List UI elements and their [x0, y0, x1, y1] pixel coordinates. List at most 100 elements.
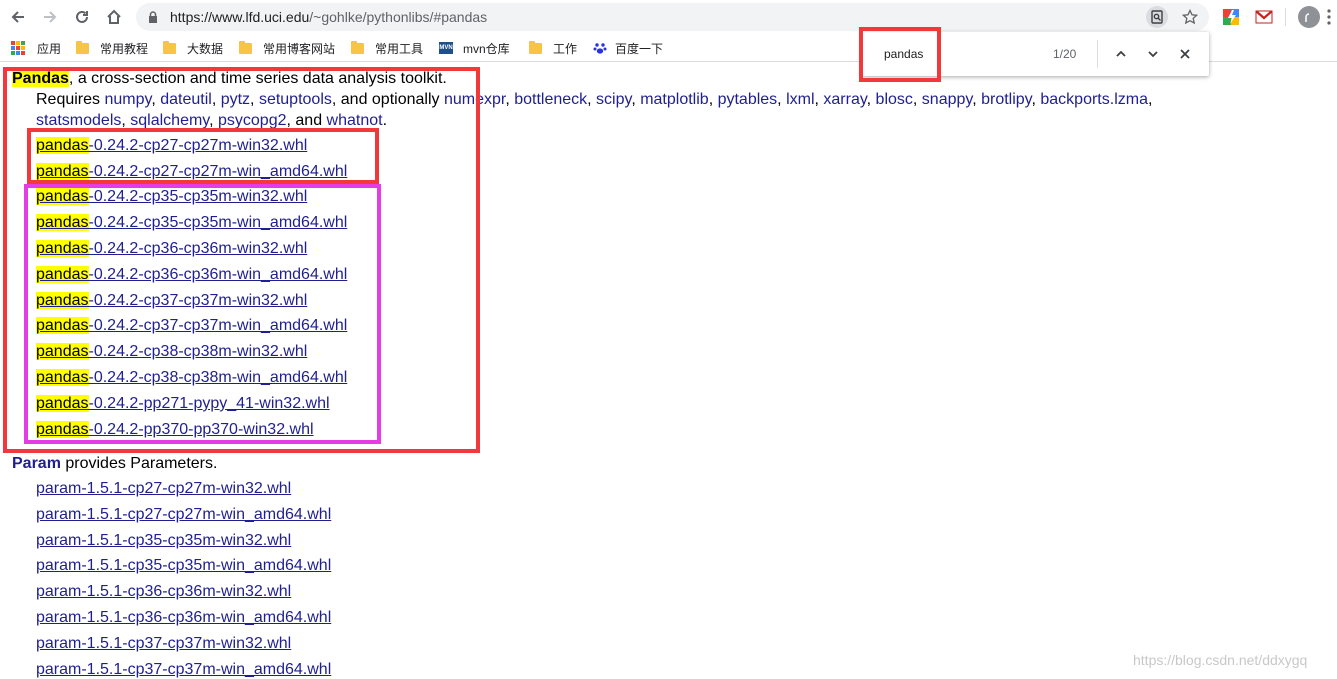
- bookmark-label: 常用工具: [375, 41, 424, 56]
- dep-link[interactable]: blosc: [876, 91, 913, 108]
- pandas-name[interactable]: Pandas: [12, 70, 69, 87]
- param-description: provides Parameters.: [60, 455, 218, 472]
- chevron-up-icon: [1116, 50, 1126, 57]
- param-file-link[interactable]: param-1.5.1-cp36-cp36m-win32.whl: [36, 583, 291, 601]
- dep-link[interactable]: whatnot: [327, 112, 383, 129]
- find-page-icon: [1151, 10, 1163, 24]
- bookmark-mvn[interactable]: MVN mvn仓库: [439, 39, 510, 57]
- apps-grid-icon: [11, 41, 25, 55]
- file-rest: -0.24.2-cp27-cp27m-win32.whl: [88, 137, 308, 154]
- find-bar: pandas 1/20: [862, 32, 1209, 76]
- param-file-link[interactable]: param-1.5.1-cp37-cp37m-win_amd64.whl: [36, 661, 331, 679]
- dep-link[interactable]: pytables: [718, 91, 778, 108]
- bookmark-label: 百度一下: [615, 41, 664, 56]
- dep-link[interactable]: scipy: [596, 91, 631, 108]
- bookmark-star-button[interactable]: [1179, 6, 1201, 28]
- file-prefix-highlight: pandas: [36, 343, 89, 360]
- dep-link[interactable]: numpy: [104, 91, 151, 108]
- page-content: Pandas, a cross-section and time series …: [0, 62, 1337, 679]
- dep-link[interactable]: bottleneck: [514, 91, 587, 108]
- param-file-link[interactable]: param-1.5.1-cp35-cp35m-win_amd64.whl: [36, 557, 331, 575]
- gmail-icon[interactable]: [1255, 8, 1273, 26]
- dep-link[interactable]: snappy: [922, 91, 972, 108]
- bookmark-folder-tools[interactable]: 常用工具: [351, 39, 423, 57]
- pandas-file-link[interactable]: pandas-0.24.2-pp271-pypy_41-win32.whl: [36, 395, 330, 413]
- profile-avatar[interactable]: [1298, 6, 1320, 28]
- bookmark-label: 大数据: [187, 41, 224, 56]
- bookmark-label: 常用博客网站: [263, 41, 336, 56]
- pandas-file-link[interactable]: pandas-0.24.2-cp35-cp35m-win32.whl: [36, 188, 307, 206]
- kebab-menu-icon[interactable]: [1326, 8, 1332, 26]
- file-rest: -0.24.2-cp35-cp35m-win32.whl: [88, 188, 308, 205]
- requires-text: Requires: [36, 91, 105, 108]
- pandas-requires-line-2: statsmodels, sqlalchemy, psycopg2, and w…: [36, 112, 388, 129]
- find-in-page-button[interactable]: [1146, 6, 1168, 28]
- dep-link[interactable]: sqlalchemy: [130, 112, 209, 129]
- folder-icon: [351, 40, 364, 54]
- dep-link[interactable]: pytz: [221, 91, 250, 108]
- file-rest: -0.24.2-cp36-cp36m-win32.whl: [88, 240, 308, 257]
- pandas-file-link[interactable]: pandas-0.24.2-cp36-cp36m-win_amd64.whl: [36, 266, 347, 284]
- param-file-link[interactable]: param-1.5.1-cp35-cp35m-win32.whl: [36, 532, 291, 550]
- pandas-file-link[interactable]: pandas-0.24.2-pp370-pp370-win32.whl: [36, 421, 314, 439]
- bookmark-label: 常用教程: [100, 41, 149, 56]
- pandas-file-link[interactable]: pandas-0.24.2-cp27-cp27m-win32.whl: [36, 137, 307, 155]
- pandas-file-link[interactable]: pandas-0.24.2-cp37-cp37m-win32.whl: [36, 292, 307, 310]
- dep-link[interactable]: xarray: [823, 91, 866, 108]
- dep-link[interactable]: brotlipy: [981, 91, 1031, 108]
- param-file-link[interactable]: param-1.5.1-cp36-cp36m-win_amd64.whl: [36, 609, 331, 627]
- chevron-down-icon: [1148, 51, 1158, 58]
- dep-link[interactable]: backports.lzma: [1040, 91, 1148, 108]
- file-prefix-highlight: pandas: [36, 421, 89, 438]
- url-path: /~gohlke/pythonlibs/#pandas: [309, 9, 488, 25]
- bookmark-folder-tutorials[interactable]: 常用教程: [76, 39, 148, 57]
- find-previous-button[interactable]: [1111, 44, 1131, 64]
- pandas-file-link[interactable]: pandas-0.24.2-cp38-cp38m-win32.whl: [36, 343, 307, 361]
- dep-link[interactable]: dateutil: [160, 91, 212, 108]
- pandas-file-link[interactable]: pandas-0.24.2-cp36-cp36m-win32.whl: [36, 240, 307, 258]
- pandas-requires-line-1: Requires numpy, dateutil, pytz, setuptoo…: [36, 91, 1153, 108]
- pandas-file-link[interactable]: pandas-0.24.2-cp27-cp27m-win_amd64.whl: [36, 163, 347, 181]
- file-prefix-highlight: pandas: [36, 163, 89, 180]
- find-close-button[interactable]: [1175, 44, 1195, 64]
- bookmark-folder-blogs[interactable]: 常用博客网站: [239, 39, 335, 57]
- address-bar[interactable]: https://www.lfd.uci.edu/~gohlke/pythonli…: [136, 3, 1209, 31]
- bookmark-folder-work[interactable]: 工作: [529, 39, 577, 57]
- bookmark-baidu[interactable]: 百度一下: [593, 39, 663, 57]
- home-button[interactable]: [98, 1, 130, 33]
- forward-button[interactable]: [34, 1, 66, 33]
- pandas-file-link[interactable]: pandas-0.24.2-cp37-cp37m-win_amd64.whl: [36, 317, 347, 335]
- find-divider: [1097, 40, 1098, 68]
- file-prefix-highlight: pandas: [36, 395, 89, 412]
- find-next-button[interactable]: [1143, 44, 1163, 64]
- file-rest: -0.24.2-cp37-cp37m-win_amd64.whl: [88, 317, 348, 334]
- bookmark-folder-bigdata[interactable]: 大数据: [163, 39, 223, 57]
- dep-link[interactable]: statsmodels: [36, 112, 121, 129]
- file-prefix-highlight: pandas: [36, 137, 89, 154]
- param-file-link[interactable]: param-1.5.1-cp37-cp37m-win32.whl: [36, 635, 291, 653]
- pandas-file-link[interactable]: pandas-0.24.2-cp38-cp38m-win_amd64.whl: [36, 369, 347, 387]
- dep-link[interactable]: matplotlib: [640, 91, 708, 108]
- arrow-right-icon: [44, 11, 57, 23]
- period-text: .: [382, 112, 388, 129]
- baidu-paw-icon: [593, 43, 607, 54]
- dep-link[interactable]: numexpr: [444, 91, 505, 108]
- param-file-link[interactable]: param-1.5.1-cp27-cp27m-win_amd64.whl: [36, 506, 331, 524]
- file-rest: -0.24.2-cp38-cp38m-win_amd64.whl: [88, 369, 348, 386]
- lock-icon: [149, 11, 157, 23]
- param-file-link[interactable]: param-1.5.1-cp27-cp27m-win32.whl: [36, 480, 291, 498]
- extension-multicolor-icon[interactable]: [1222, 8, 1240, 26]
- bookmark-apps[interactable]: 应用: [11, 39, 61, 57]
- reload-button[interactable]: [66, 1, 98, 33]
- dep-link[interactable]: setuptools: [259, 91, 332, 108]
- find-input[interactable]: pandas: [884, 47, 923, 61]
- folder-icon: [239, 40, 252, 54]
- param-name[interactable]: Param: [12, 455, 61, 472]
- star-icon: [1182, 9, 1198, 25]
- url-text[interactable]: https://www.lfd.uci.edu/~gohlke/pythonli…: [170, 9, 487, 25]
- dep-link[interactable]: psycopg2: [218, 112, 287, 129]
- dep-link[interactable]: lxml: [786, 91, 814, 108]
- back-button[interactable]: [2, 1, 34, 33]
- pandas-file-link[interactable]: pandas-0.24.2-cp35-cp35m-win_amd64.whl: [36, 214, 347, 232]
- file-prefix-highlight: pandas: [36, 240, 89, 257]
